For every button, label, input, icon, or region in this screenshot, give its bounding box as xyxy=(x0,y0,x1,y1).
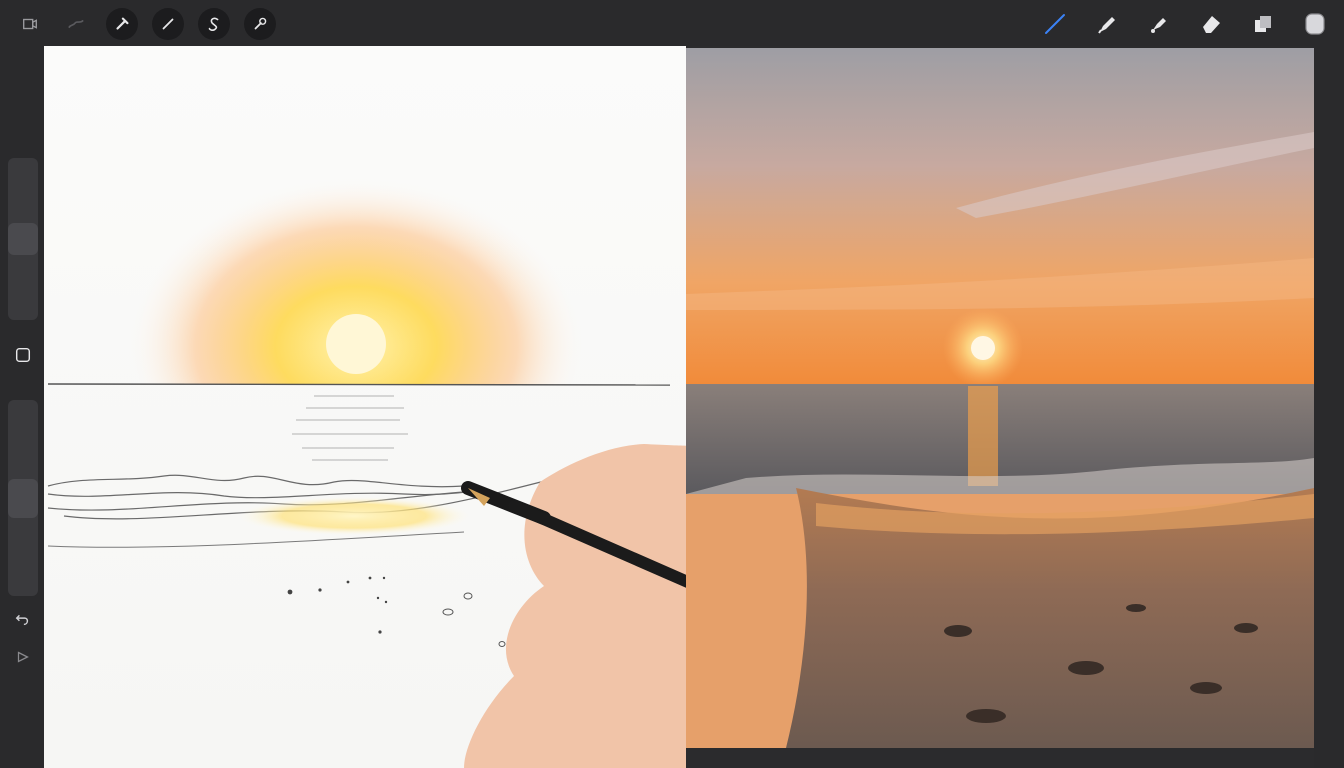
brush-size-slider[interactable] xyxy=(8,158,38,320)
actions-button[interactable] xyxy=(60,8,92,40)
selection-s-button[interactable] xyxy=(198,8,230,40)
redo-button[interactable] xyxy=(8,642,38,672)
adjustments-wand-icon xyxy=(116,17,129,30)
eraser-pen-tool-button[interactable] xyxy=(1144,9,1174,39)
undo-icon xyxy=(15,614,29,626)
square-modify-icon xyxy=(15,347,31,363)
actions-wrench-icon xyxy=(68,19,84,29)
eraser-tool-button[interactable] xyxy=(1196,9,1226,39)
right-toolset xyxy=(1040,6,1330,42)
opacity-slider[interactable] xyxy=(8,400,38,596)
brush-size-thumb[interactable] xyxy=(8,223,38,255)
hand-illustration xyxy=(461,444,686,768)
redo-icon xyxy=(17,651,29,663)
selection-s-icon xyxy=(208,17,219,31)
adjustments-button[interactable] xyxy=(106,8,138,40)
color-swatch-icon xyxy=(1305,13,1325,35)
transform-arrow-icon xyxy=(254,17,267,30)
right-edge xyxy=(1314,46,1344,768)
color-button[interactable] xyxy=(1300,9,1330,39)
smudge-tool-button[interactable] xyxy=(1092,9,1122,39)
eraser-pen-icon xyxy=(1151,18,1166,33)
reference-photo xyxy=(686,48,1314,748)
brush-stroke-icon xyxy=(1045,14,1065,34)
transform-button[interactable] xyxy=(244,8,276,40)
modify-button[interactable] xyxy=(8,340,38,370)
layers-icon xyxy=(1255,16,1271,32)
gallery-button[interactable] xyxy=(14,8,46,40)
undo-button[interactable] xyxy=(8,604,38,634)
sketch-artwork xyxy=(47,176,686,768)
layers-button[interactable] xyxy=(1248,9,1278,39)
opacity-thumb[interactable] xyxy=(8,479,38,518)
gallery-icon xyxy=(23,18,37,30)
selection-button[interactable] xyxy=(152,8,184,40)
top-toolbar xyxy=(0,0,1344,46)
smudge-icon xyxy=(1098,17,1115,34)
brush-tool-button[interactable] xyxy=(1040,9,1070,39)
left-sidebar xyxy=(0,46,44,768)
selection-slash-icon xyxy=(162,18,174,30)
drawing-canvas[interactable] xyxy=(44,46,686,768)
sunset-beach-photo xyxy=(686,48,1314,748)
left-toolset xyxy=(14,6,276,42)
eraser-icon xyxy=(1203,16,1220,33)
